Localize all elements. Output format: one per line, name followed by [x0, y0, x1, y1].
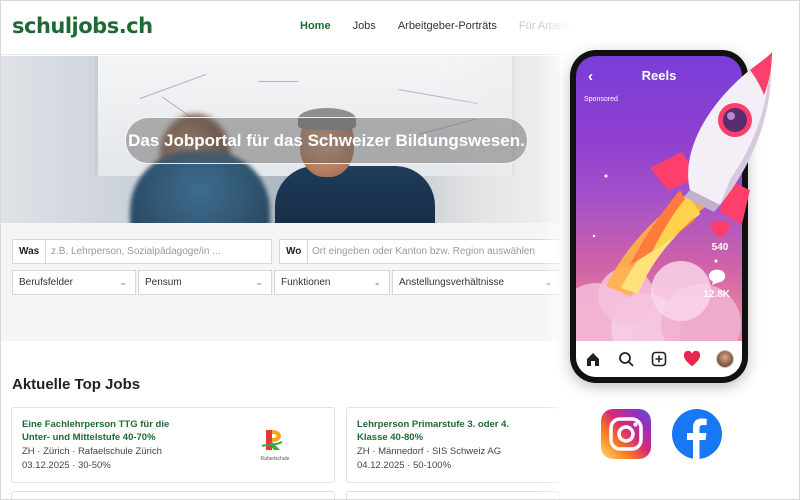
nav-home[interactable]: Home	[300, 20, 331, 32]
nav-jobs[interactable]: Jobs	[353, 20, 376, 32]
top-jobs-heading: Aktuelle Top Jobs	[12, 376, 141, 393]
app-bottom-bar	[576, 341, 742, 377]
where-label: Wo	[286, 246, 302, 257]
heart-icon[interactable]	[683, 350, 701, 368]
what-field[interactable]: Was	[12, 239, 272, 264]
hero-tagline: Das Jobportal für das Schweizer Bildungs…	[125, 117, 528, 164]
site-logo[interactable]: schuljobs.ch	[12, 14, 153, 38]
chevron-down-icon: ⌄	[373, 277, 381, 287]
pensum-select[interactable]: Pensum ⌄	[138, 270, 272, 295]
what-label: Was	[19, 246, 40, 257]
what-input[interactable]	[51, 242, 266, 261]
job-location: ZH · Männedorf · SIS Schweiz AG	[357, 446, 502, 457]
job-title-line1[interactable]: Lehrperson Primarstufe 3. oder 4.	[357, 418, 509, 431]
job-card[interactable]: Eine Fachlehrperson TTG für die Unter- u…	[11, 407, 335, 483]
add-post-icon[interactable]	[650, 350, 668, 368]
chevron-down-icon: ⌄	[119, 277, 127, 287]
rafaelschule-logo: Rafaelschule	[258, 426, 292, 462]
profile-avatar[interactable]	[716, 350, 735, 368]
job-date-pensum: 03.12.2025 · 30-50%	[22, 460, 111, 471]
teacher-photo	[275, 166, 435, 223]
home-icon[interactable]	[584, 350, 602, 368]
where-field[interactable]: Wo	[279, 239, 560, 264]
job-location: ZH · Zürich · Rafaelschule Zürich	[22, 446, 162, 457]
anstellung-select[interactable]: Anstellungsverhältnisse⌄	[392, 270, 560, 295]
chevron-down-icon: ⌄	[255, 277, 263, 287]
job-title-line1[interactable]: Eine Fachlehrperson TTG für die	[22, 418, 169, 431]
nav-employer-portraits[interactable]: Arbeitgeber-Porträts	[398, 20, 497, 32]
job-card[interactable]	[346, 491, 560, 500]
funktionen-select[interactable]: Funktionen ⌄	[274, 270, 390, 295]
rocket-illustration	[630, 52, 772, 265]
job-card[interactable]: Lehrperson Primarstufe 3. oder 4. Klasse…	[346, 407, 560, 483]
where-input[interactable]	[312, 242, 560, 261]
job-title-line2[interactable]: Unter- und Mittelstufe 40-70%	[22, 431, 156, 444]
job-title-line2[interactable]: Klasse 40-80%	[357, 431, 423, 444]
search-icon[interactable]	[617, 350, 635, 368]
job-card[interactable]	[11, 491, 335, 500]
facebook-icon[interactable]	[672, 409, 722, 459]
berufsfelder-select[interactable]: Berufsfelder ⌄	[12, 270, 136, 295]
search-panel: Was Wo Berufsfelder⌄ Pensum⌄ Funktionen⌄…	[0, 223, 560, 341]
job-date-pensum: 04.12.2025 · 50-100%	[357, 460, 452, 471]
instagram-icon[interactable]	[601, 409, 651, 459]
comment-count: 12.8K	[703, 289, 730, 300]
